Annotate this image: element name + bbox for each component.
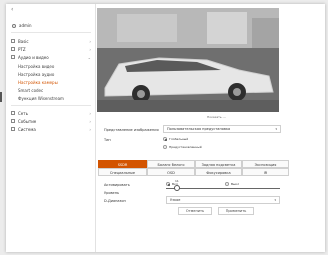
user-icon	[12, 23, 16, 28]
drange-value: Узкое	[170, 198, 181, 202]
system-icon	[11, 127, 15, 131]
radio-label: Глобальный	[169, 137, 189, 141]
user-label: admin	[12, 23, 32, 28]
radio-label: Предустановленный	[169, 145, 202, 149]
sidebar-divider	[11, 105, 91, 106]
video-preview	[97, 8, 279, 112]
apply-button[interactable]: Применить	[218, 207, 254, 215]
level-slider-handle[interactable]	[174, 185, 180, 191]
camera-icon	[11, 55, 15, 59]
event-icon	[11, 119, 15, 123]
tab-white-balance[interactable]: Баланс белого	[147, 160, 195, 168]
chevron-right-icon: ›	[89, 119, 91, 124]
sidebar-item-label: Аудио и видео	[18, 55, 49, 60]
sidebar-item-label: Basic	[18, 39, 29, 44]
type-preset-radio[interactable]: Предустановленный	[163, 145, 202, 149]
radio-label: Выкл	[231, 182, 240, 186]
sidebar-sub-smart-codec[interactable]: Smart codec	[18, 87, 93, 94]
dropdown-arrow-icon: ▾	[275, 127, 277, 131]
sidebar-item-label: Событие	[18, 119, 37, 124]
image-preset-select[interactable]: Пользовательская предустановка ▾	[163, 125, 281, 133]
tab-ir[interactable]: IR	[242, 168, 289, 176]
chevron-right-icon: ›	[89, 47, 91, 52]
tab-special[interactable]: Специальные	[98, 168, 147, 176]
video-frame-image	[97, 8, 279, 112]
tab-focus[interactable]: Фокусировка	[195, 168, 242, 176]
ptz-icon	[11, 47, 15, 51]
tab-backlight[interactable]: Задняя подсветка	[195, 160, 242, 168]
sidebar-item-network[interactable]: Сеть ›	[11, 110, 91, 117]
username: admin	[19, 23, 32, 28]
preview-toggle-label[interactable]: Показать ---	[207, 115, 226, 119]
radio-unselected-icon	[225, 182, 229, 186]
tab-ssdr[interactable]: SSDR	[98, 160, 147, 168]
back-button[interactable]: ‹	[11, 6, 13, 13]
type-label: Тип	[104, 138, 111, 142]
sidebar-sub-camera[interactable]: Настройка камеры	[18, 79, 93, 86]
network-icon	[11, 111, 15, 115]
enable-off-radio[interactable]: Выкл	[225, 182, 239, 186]
drange-select[interactable]: Узкое ▾	[166, 196, 280, 204]
tab-exposure[interactable]: Экспозиция	[242, 160, 289, 168]
info-icon	[11, 39, 15, 43]
radio-selected-icon	[166, 182, 170, 186]
radio-selected-icon	[163, 137, 167, 141]
chevron-right-icon: ›	[89, 111, 91, 116]
sidebar-sub-audio[interactable]: Настройка аудио	[18, 71, 93, 78]
sidebar-item-label: PTZ	[18, 47, 26, 52]
tab-osd[interactable]: OSD	[147, 168, 195, 176]
level-label: Уровень	[104, 191, 120, 195]
sidebar-item-label: Система	[18, 127, 36, 132]
sidebar-item-system[interactable]: Система ›	[11, 126, 91, 133]
sidebar: ‹ admin Basic › PTZ › Аудио и видео ⌄ На…	[6, 4, 96, 252]
chevron-down-icon: ⌄	[87, 55, 91, 60]
sidebar-item-audio-video[interactable]: Аудио и видео ⌄	[11, 54, 91, 61]
sidebar-item-basic[interactable]: Basic ›	[11, 38, 91, 45]
chevron-right-icon: ›	[89, 127, 91, 132]
sidebar-sub-wisestream[interactable]: Функция Wisenstream	[18, 95, 93, 102]
sidebar-item-event[interactable]: Событие ›	[11, 118, 91, 125]
image-preset-value: Пользовательская предустановка	[167, 127, 231, 131]
level-slider-track[interactable]	[166, 188, 280, 189]
drange-label: D-Диапазон	[104, 199, 126, 203]
left-edge-marker	[0, 92, 2, 102]
dropdown-arrow-icon: ▾	[274, 198, 276, 202]
enable-label: Активировать	[104, 183, 130, 187]
type-global-radio[interactable]: Глобальный	[163, 137, 188, 141]
image-preset-label: Представление изображения	[104, 128, 159, 132]
radio-unselected-icon	[163, 145, 167, 149]
chevron-right-icon: ›	[89, 39, 91, 44]
sidebar-divider	[11, 32, 91, 33]
sidebar-sub-video[interactable]: Настройка видео	[18, 63, 93, 70]
sidebar-item-ptz[interactable]: PTZ ›	[11, 46, 91, 53]
level-value: 11	[175, 179, 179, 183]
cancel-button[interactable]: Отменить	[178, 207, 212, 215]
sidebar-item-label: Сеть	[18, 111, 28, 116]
